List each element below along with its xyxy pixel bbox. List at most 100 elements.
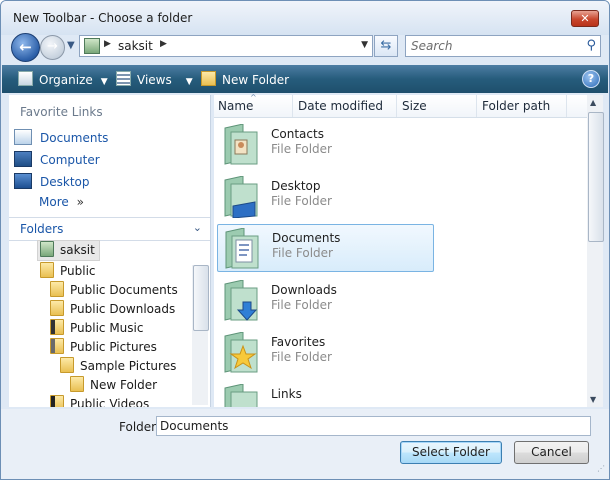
- tree-item-label: Public Downloads: [70, 302, 176, 316]
- file-type: File Folder: [271, 298, 332, 312]
- window-title: New Toolbar - Choose a folder: [13, 11, 193, 25]
- tree-item-public-downloads[interactable]: Public Downloads: [50, 300, 175, 319]
- help-icon[interactable]: ?: [582, 70, 600, 88]
- search-box[interactable]: Search ⚲: [405, 35, 601, 57]
- scroll-up-icon[interactable]: ▲: [590, 98, 596, 107]
- folders-scrollbar-thumb[interactable]: [193, 265, 209, 331]
- more-label: More: [39, 195, 69, 209]
- file-item-favorites[interactable]: Favorites File Folder: [217, 329, 432, 375]
- tree-item-new-folder[interactable]: New Folder: [70, 376, 157, 395]
- search-icon[interactable]: ⚲: [586, 38, 596, 53]
- folder-icon: [50, 281, 64, 297]
- user-folder-icon: [84, 38, 100, 54]
- tree-item-public-videos[interactable]: Public Videos: [50, 395, 149, 407]
- folder-icon: [70, 376, 84, 392]
- file-list-scrollbar[interactable]: ▲ ▼: [587, 95, 604, 407]
- folders-header[interactable]: Folders ⌄: [9, 217, 210, 241]
- videos-folder-icon: [50, 395, 64, 407]
- file-name: Documents: [272, 231, 341, 245]
- address-segment-saksit[interactable]: saksit: [118, 39, 153, 53]
- navigation-pane: Favorite Links Documents Computer Deskto…: [9, 95, 211, 407]
- views-label: Views: [137, 73, 172, 87]
- column-divider[interactable]: [476, 95, 477, 117]
- file-item-documents[interactable]: Documents File Folder: [217, 224, 434, 272]
- close-button[interactable]: ✕: [571, 10, 599, 27]
- folders-scrollbar[interactable]: [192, 265, 209, 405]
- forward-button[interactable]: →: [40, 35, 65, 60]
- file-item-downloads[interactable]: Downloads File Folder: [217, 277, 432, 323]
- more-links-button[interactable]: More »: [39, 195, 84, 215]
- address-dropdown-icon[interactable]: ▼: [361, 40, 368, 50]
- file-list-pane: Name ^ Date modified Size Folder path Co…: [214, 93, 587, 407]
- user-folder-icon: [40, 241, 54, 257]
- organize-label: Organize: [39, 73, 93, 87]
- favorite-link-label: Documents: [40, 131, 109, 145]
- address-bar[interactable]: ▶ saksit ▶ ▼: [79, 35, 373, 57]
- folders-label: Folders: [20, 222, 64, 236]
- breadcrumb-chevron-icon[interactable]: ▶: [160, 39, 167, 49]
- views-button[interactable]: Views ▼: [116, 71, 193, 87]
- chevron-down-icon: ▼: [185, 77, 193, 87]
- file-name: Desktop: [271, 179, 321, 193]
- tree-item-public-music[interactable]: Public Music: [50, 319, 143, 338]
- tree-item-label: Sample Pictures: [80, 359, 177, 373]
- sort-ascending-icon: ^: [250, 93, 257, 102]
- file-item-desktop[interactable]: Desktop File Folder: [217, 173, 432, 219]
- tree-item-public-pictures[interactable]: Public Pictures: [50, 338, 157, 357]
- column-header-name[interactable]: Name: [218, 99, 253, 113]
- file-name: Favorites: [271, 335, 326, 349]
- search-input[interactable]: Search: [411, 39, 453, 53]
- tree-item-label: Public: [60, 264, 96, 278]
- desktop-folder-icon: [221, 175, 259, 219]
- folder-field-label: Folder:: [119, 420, 160, 434]
- file-type: File Folder: [271, 194, 332, 208]
- desktop-icon: [14, 173, 32, 189]
- back-button[interactable]: ←: [11, 33, 40, 62]
- resize-grip-icon[interactable]: ⋰: [597, 465, 607, 477]
- documents-folder-icon: [222, 227, 260, 270]
- scroll-down-icon[interactable]: ▼: [590, 395, 596, 404]
- links-folder-icon: [221, 383, 259, 407]
- views-icon: [116, 71, 131, 86]
- breadcrumb-chevron-icon[interactable]: ▶: [104, 39, 111, 49]
- file-item-links[interactable]: Links: [217, 381, 432, 407]
- chevron-down-icon[interactable]: ⌄: [193, 221, 202, 234]
- folder-name-field[interactable]: Documents: [156, 416, 591, 436]
- history-dropdown-icon[interactable]: ▼: [67, 40, 75, 51]
- tree-item-sample-pictures[interactable]: Sample Pictures: [60, 357, 176, 376]
- folder-icon: [60, 357, 74, 373]
- favorite-links-heading: Favorite Links: [20, 105, 103, 119]
- column-header-size[interactable]: Size: [402, 99, 427, 113]
- tree-item-label: New Folder: [90, 378, 158, 392]
- tree-item-public-documents[interactable]: Public Documents: [50, 281, 178, 300]
- file-list-scrollbar-thumb[interactable]: [588, 112, 604, 242]
- contacts-folder-icon: [221, 123, 259, 166]
- tree-item-public[interactable]: Public: [40, 262, 96, 281]
- computer-icon: [14, 151, 32, 167]
- favorite-link-desktop[interactable]: Desktop: [14, 173, 90, 193]
- new-folder-button[interactable]: New Folder: [201, 71, 289, 87]
- folder-icon: [40, 262, 54, 278]
- column-divider[interactable]: [396, 95, 397, 117]
- tree-item-label: Public Documents: [70, 283, 178, 297]
- column-divider[interactable]: [292, 95, 293, 117]
- favorites-folder-icon: [221, 331, 259, 374]
- file-item-contacts[interactable]: Contacts File Folder: [217, 121, 432, 167]
- new-folder-label: New Folder: [222, 73, 290, 87]
- file-type: File Folder: [271, 142, 332, 156]
- select-folder-button[interactable]: Select Folder: [400, 441, 502, 464]
- file-type: File Folder: [272, 246, 333, 260]
- organize-button[interactable]: Organize ▼: [18, 71, 108, 87]
- command-bar: Organize ▼ Views ▼ New Folder ?: [2, 65, 608, 93]
- file-type: File Folder: [271, 350, 332, 364]
- navigation-bar: ← → ▼ ▶ saksit ▶ ▼ ⇆ Search ⚲: [1, 33, 609, 65]
- column-header-date-modified[interactable]: Date modified: [298, 99, 383, 113]
- favorite-link-computer[interactable]: Computer: [14, 151, 100, 171]
- cancel-button[interactable]: Cancel: [514, 441, 589, 464]
- favorite-link-documents[interactable]: Documents: [14, 129, 108, 149]
- tree-item-saksit[interactable]: saksit: [37, 240, 100, 261]
- new-folder-icon: [201, 71, 216, 86]
- refresh-button[interactable]: ⇆: [374, 35, 398, 57]
- column-header-folder-path[interactable]: Folder path: [482, 99, 550, 113]
- column-divider[interactable]: [566, 95, 567, 117]
